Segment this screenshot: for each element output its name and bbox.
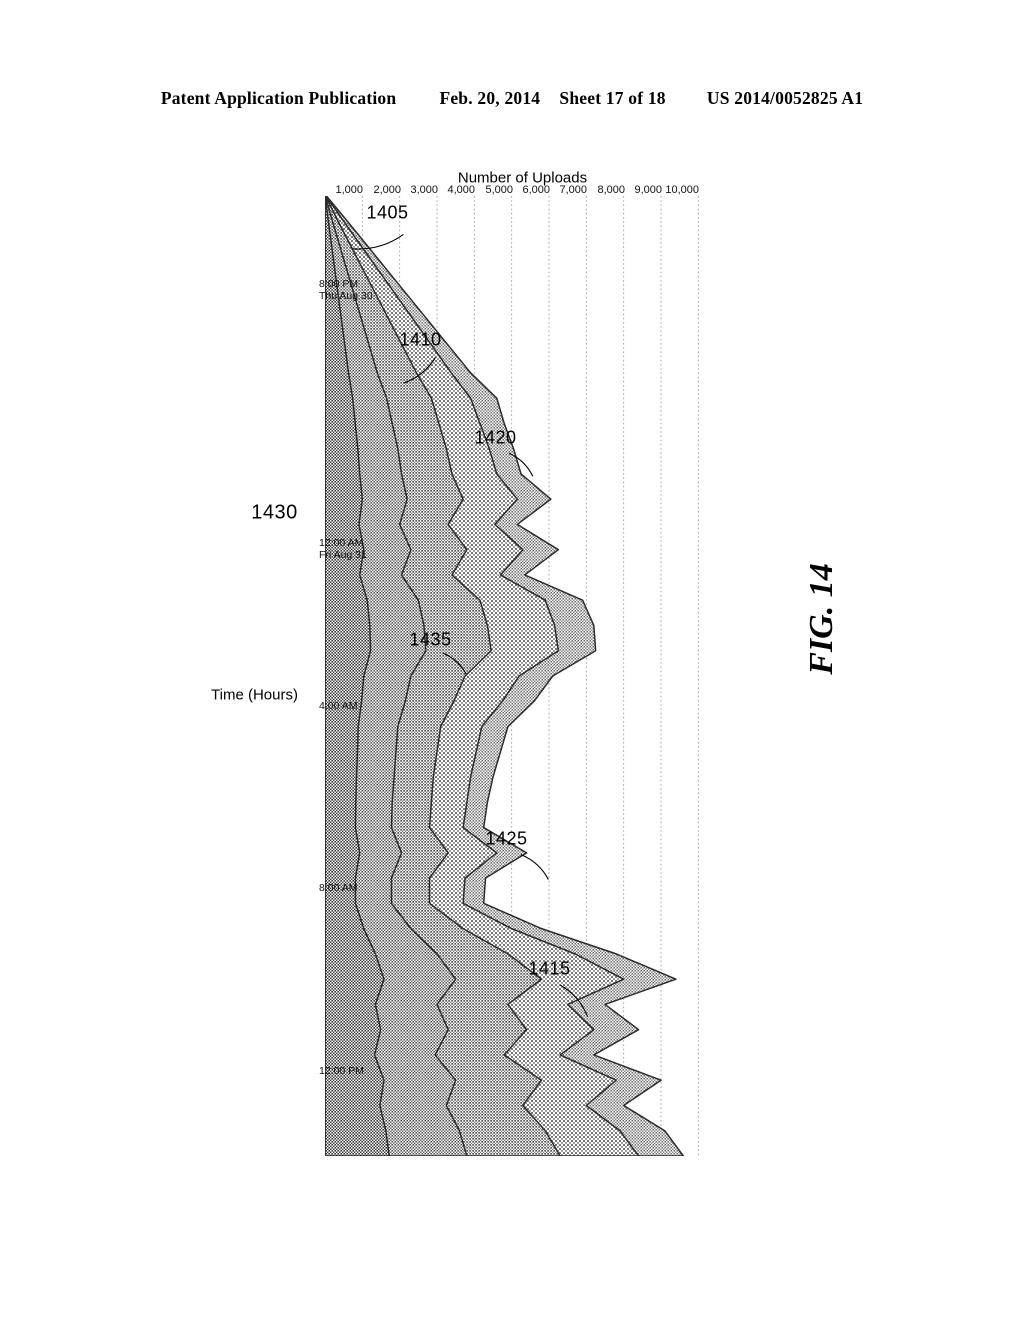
value-tick-1000: 1,000 — [335, 184, 364, 196]
reference-numeral-1435: 1435 — [409, 629, 452, 650]
plot-shell: 10,000 9,000 8,000 7,000 6,000 5,000 4,000 3,00… — [211, 170, 717, 1156]
header-sheet: Sheet 17 of 18 — [559, 88, 666, 108]
time-tick-secondary: Fri Aug 31 — [319, 548, 367, 561]
plot-area — [325, 196, 717, 1156]
time-tick-1: 12:00 AM Fri Aug 31 — [319, 537, 367, 561]
reference-numeral-1405: 1405 — [366, 202, 409, 223]
header-document-number: US 2014/0052825 A1 — [706, 88, 864, 108]
time-tick-primary: 8:00 AM — [319, 882, 358, 895]
time-tick-0: 8:00 PM Thu Aug 30 — [319, 278, 373, 302]
time-tick-4: 12:00 PM — [319, 1065, 364, 1077]
reference-numeral-1415: 1415 — [528, 958, 571, 979]
leader-line-1425 — [520, 854, 549, 880]
time-axis-title: Time (Hours) — [211, 686, 298, 704]
time-tick-primary: 12:00 PM — [319, 1064, 364, 1077]
reference-numeral-1430: 1430 — [251, 501, 298, 524]
header-date: Feb. 20, 2014 — [439, 88, 541, 108]
figure-label: FIG. 14 — [803, 563, 840, 675]
area-chart — [325, 196, 699, 1156]
chart-figure: 10,000 9,000 8,000 7,000 6,000 5,000 4,000 3,00… — [211, 170, 717, 1156]
time-tick-3: 8:00 AM — [319, 882, 358, 894]
page-header: Patent Application Publication Feb. 20, … — [0, 88, 1024, 109]
value-axis-title: Number of Uploads — [457, 169, 588, 187]
time-tick-primary: 8:00 PM — [319, 277, 359, 290]
header-publication: Patent Application Publication — [160, 88, 397, 108]
time-tick-primary: 12:00 AM — [319, 536, 364, 549]
reference-numeral-1425: 1425 — [485, 828, 528, 849]
time-tick-secondary: Thu Aug 30 — [319, 289, 373, 302]
area-bands — [325, 196, 685, 1156]
reference-numeral-1420: 1420 — [474, 427, 517, 448]
reference-numeral-1410: 1410 — [399, 329, 442, 350]
